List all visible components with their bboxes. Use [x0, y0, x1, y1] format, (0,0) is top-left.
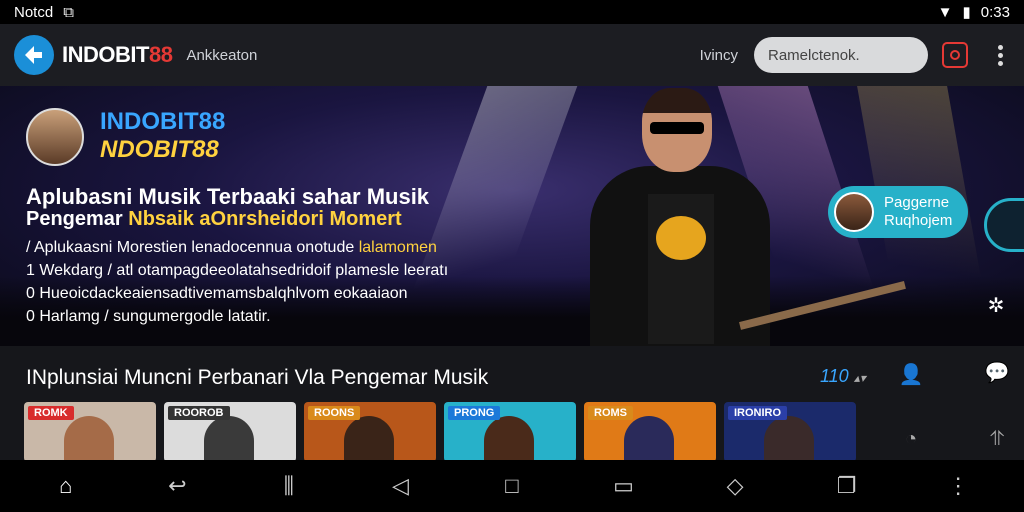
card-artist-image [344, 416, 394, 462]
card-tag: ROMK [28, 406, 74, 420]
presenter-avatar [26, 108, 84, 166]
card-tag: IRONIRO [728, 406, 788, 420]
section-title: INplunsiai Muncni Perbanari Vla Pengemar… [26, 366, 489, 389]
music-card[interactable]: PRONG [444, 402, 576, 462]
promo-avatar [834, 192, 874, 232]
card-tag: ROMS [588, 406, 633, 420]
status-bar: Notcd ⧉ ▼ ▮ 0:33 [0, 0, 1024, 24]
share-icon[interactable]: ⥣ [984, 426, 1010, 452]
equalizer-icon[interactable]: ⫼ [269, 466, 309, 506]
system-nav-bar: ⌂ ↩ ⫼ ◁ □ ▭ ◇ ❐ ⋮ [0, 460, 1024, 512]
card-artist-image [204, 416, 254, 462]
home-square-icon[interactable]: □ [492, 466, 532, 506]
home-icon[interactable]: ⌂ [46, 466, 86, 506]
search-input[interactable] [754, 37, 928, 73]
back-arrow-icon[interactable]: ↩ [157, 466, 197, 506]
chat-icon[interactable]: 💬 [984, 360, 1010, 386]
more-options-icon[interactable] [990, 44, 1010, 66]
notification-icon: ⧉ [63, 3, 74, 21]
next-banner-button[interactable] [984, 198, 1024, 252]
card-artist-image [484, 416, 534, 462]
user-icon[interactable]: 👤 [898, 362, 924, 388]
hero-bullet: 0 Harlamg / sungumergodle latatir. [26, 308, 271, 325]
tablet-icon[interactable]: ▭ [604, 466, 644, 506]
section-count: 110 ▴▾ [820, 366, 866, 386]
message-icon[interactable]: ◔ [898, 426, 924, 452]
hero-brand-line1: INDOBIT88 [100, 108, 226, 135]
card-tag: ROOROB [168, 406, 230, 420]
user-menu-icon[interactable]: ⋮ [938, 466, 978, 506]
music-card[interactable]: ROOROB [164, 402, 296, 462]
app-bar: INDOBIT88 Ankkeaton Ivincy [0, 24, 1024, 86]
language-selector[interactable]: Ivincy [700, 47, 738, 64]
music-card[interactable]: IRONIRO [724, 402, 856, 462]
back-triangle-icon[interactable]: ◁ [380, 466, 420, 506]
music-card[interactable]: ROMK [24, 402, 156, 462]
clock: 0:33 [980, 3, 1010, 21]
hero-brand-line2: NDOBIT88 [100, 136, 219, 163]
card-tag: ROONS [308, 406, 361, 420]
hero-bullets: / Aplukaasni Morestien lenadocennua onot… [26, 236, 448, 328]
music-card[interactable]: ROONS [304, 402, 436, 462]
hero-bullet: 1 Wekdarg / atl otampagdeeolatahsedridoi… [26, 262, 449, 279]
promo-pill-button[interactable]: Paggerne Ruqhojem [828, 186, 968, 238]
singer-image [560, 86, 810, 346]
promo-line2: Ruqhojem [884, 212, 953, 229]
card-row: ROMK ROOROB ROONS PRONG ROMS IRONIRO [24, 402, 856, 462]
hero-subheadline: Pengemar Nbsaik aOnrsheidori Momert [26, 208, 402, 230]
app-subtitle: Ankkeaton [186, 46, 258, 64]
tag-icon[interactable]: ◇ [715, 466, 755, 506]
settings-icon[interactable]: ✲ [984, 294, 1008, 318]
hero-headline: Aplubasni Musik Terbaaki sahar Musik [26, 184, 430, 209]
carrier-label: Notcd [14, 3, 54, 21]
hero-banner[interactable]: INDOBIT88 NDOBIT88 Aplubasni Musik Terba… [0, 86, 1024, 346]
app-logo-icon[interactable] [14, 35, 54, 75]
recommendations-section: INplunsiai Muncni Perbanari Vla Pengemar… [0, 346, 1024, 462]
camera-icon[interactable] [942, 42, 968, 68]
card-artist-image [764, 416, 814, 462]
hero-bullet: 0 Hueoicdackeaiensadtivemamsbalqhlvom eo… [26, 285, 408, 302]
promo-line1: Paggerne [884, 194, 950, 211]
battery-icon: ▮ [962, 4, 971, 21]
card-artist-image [64, 416, 114, 462]
card-artist-image [624, 416, 674, 462]
hero-bullet: / Aplukaasni Morestien lenadocennua onot… [26, 239, 437, 256]
recents-icon[interactable]: ❐ [827, 466, 867, 506]
card-tag: PRONG [448, 406, 501, 420]
music-card[interactable]: ROMS [584, 402, 716, 462]
brand-name: INDOBIT88 [62, 42, 173, 67]
wifi-icon: ▼ [937, 3, 953, 21]
